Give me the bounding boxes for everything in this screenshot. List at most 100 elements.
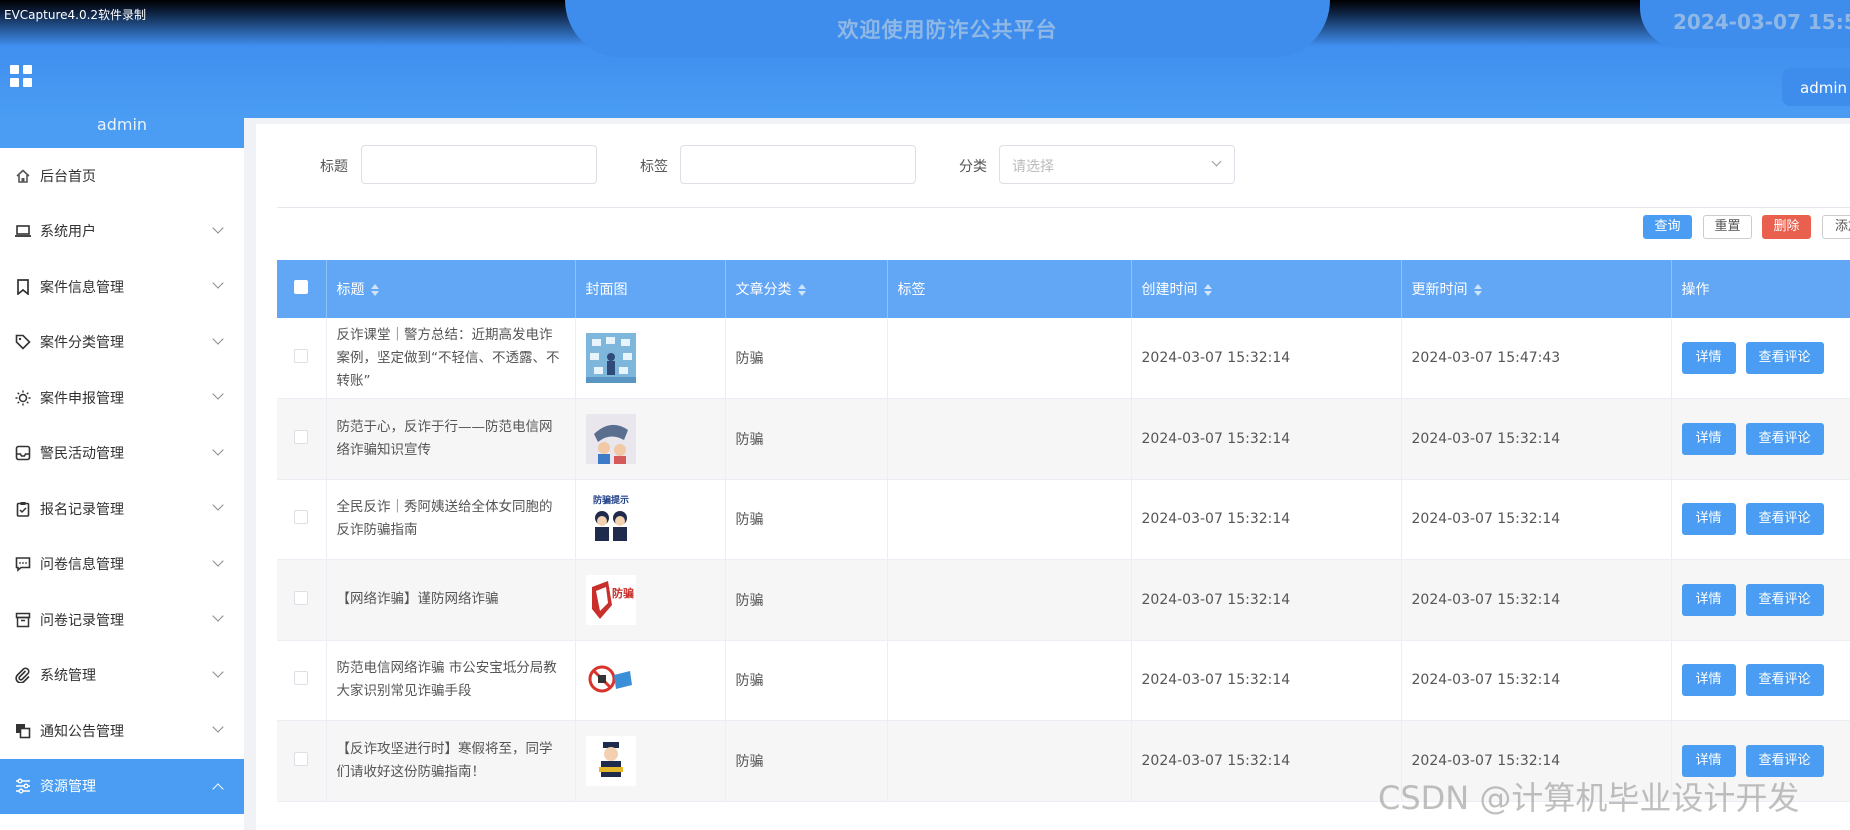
detail-button[interactable]: 详情 xyxy=(1681,583,1736,616)
copy-icon xyxy=(14,722,32,740)
sort-icon[interactable] xyxy=(1473,284,1482,296)
header-tag: 标签 xyxy=(887,260,1132,318)
chevron-down-icon xyxy=(212,665,224,678)
laptop-icon xyxy=(14,222,32,240)
clipboard-icon xyxy=(14,500,32,518)
sidebar-item-signup-records[interactable]: 报名记录管理 xyxy=(0,481,244,537)
sort-icon[interactable] xyxy=(1203,284,1212,296)
chevron-up-icon xyxy=(212,782,224,795)
sidebar-item-system-management[interactable]: 系统管理 xyxy=(0,648,244,704)
row-category: 防骗 xyxy=(725,318,888,399)
filter-divider xyxy=(277,207,1850,208)
sidebar-item-case-report[interactable]: 案件申报管理 xyxy=(0,370,244,426)
articles-table: 标题 封面图 文章分类 标签 创建时间 更新时间 操作 反诈课堂｜警方总结：近期… xyxy=(277,260,1850,802)
row-updated: 2024-03-07 15:32:14 xyxy=(1401,479,1672,560)
sidebar-item-label: 警民活动管理 xyxy=(40,446,124,463)
header-created[interactable]: 创建时间 xyxy=(1131,260,1402,318)
user-menu-label: admin xyxy=(1800,79,1847,97)
sidebar-item-home[interactable]: 后台首页 xyxy=(0,148,244,204)
row-select-cell[interactable] xyxy=(277,479,327,560)
view-comments-button[interactable]: 查看评论 xyxy=(1745,583,1824,616)
cover-image xyxy=(585,655,636,706)
select-all-checkbox[interactable] xyxy=(294,280,309,294)
header-title[interactable]: 标题 xyxy=(326,260,576,318)
sidebar-item-case-info[interactable]: 案件信息管理 xyxy=(0,259,244,315)
header-select-all[interactable] xyxy=(277,260,327,318)
sidebar-item-questionnaire-info[interactable]: 问卷信息管理 xyxy=(0,537,244,593)
header-updated[interactable]: 更新时间 xyxy=(1401,260,1672,318)
filter-tag-label: 标签 xyxy=(640,159,668,175)
filter-title-input[interactable] xyxy=(361,145,597,184)
row-checkbox[interactable] xyxy=(294,590,309,605)
row-actions: 详情 查看评论 xyxy=(1671,640,1850,721)
sidebar-item-system-users[interactable]: 系统用户 xyxy=(0,204,244,260)
bookmark-icon xyxy=(14,278,32,296)
sidebar: admin 后台首页 系统用户 案件信息管理 案件分类管理 案件申报管理 警民活… xyxy=(0,118,244,830)
header-created-label: 创建时间 xyxy=(1141,282,1198,298)
detail-button[interactable]: 详情 xyxy=(1681,422,1736,455)
cover-text: 防骗 xyxy=(612,586,634,600)
detail-button[interactable]: 详情 xyxy=(1681,744,1736,777)
sort-icon[interactable] xyxy=(370,284,379,296)
chevron-down-icon xyxy=(212,388,224,400)
user-menu-button[interactable]: admin ⌄ xyxy=(1782,68,1850,106)
sidebar-item-resources[interactable]: 资源管理 xyxy=(0,758,244,814)
sidebar-item-label: 问卷信息管理 xyxy=(40,557,124,574)
view-comments-button[interactable]: 查看评论 xyxy=(1745,744,1824,777)
row-select-cell[interactable] xyxy=(277,640,327,721)
home-icon xyxy=(14,167,32,185)
archive-icon xyxy=(14,611,32,629)
row-title: 全民反诈｜秀阿姨送给全体女同胞的反诈防骗指南 xyxy=(326,479,576,560)
row-category: 防骗 xyxy=(725,559,888,641)
filter-category-select[interactable]: 请选择 xyxy=(999,145,1235,184)
filter-category-label: 分类 xyxy=(959,159,987,175)
row-select-cell[interactable] xyxy=(277,318,327,399)
header-title-label: 标题 xyxy=(336,282,365,298)
grid-menu-icon[interactable] xyxy=(10,65,32,87)
table-row: 全民反诈｜秀阿姨送给全体女同胞的反诈防骗指南 防骗提示 防骗 2024-03-0… xyxy=(277,479,1850,560)
row-select-cell[interactable] xyxy=(277,398,327,480)
view-comments-button[interactable]: 查看评论 xyxy=(1745,422,1824,455)
add-button[interactable]: 添加 xyxy=(1822,215,1850,239)
row-select-cell[interactable] xyxy=(277,720,327,802)
sidebar-item-notice[interactable]: 通知公告管理 xyxy=(0,703,244,759)
row-checkbox[interactable] xyxy=(294,751,309,766)
header-category[interactable]: 文章分类 xyxy=(725,260,888,318)
sidebar-item-case-category[interactable]: 案件分类管理 xyxy=(0,315,244,371)
sidebar-item-label: 系统用户 xyxy=(40,224,96,241)
row-tag xyxy=(887,559,1132,641)
row-cover: 防骗提示 xyxy=(575,479,726,560)
filter-tag-input[interactable] xyxy=(680,145,916,184)
detail-button[interactable]: 详情 xyxy=(1681,342,1736,374)
cover-image xyxy=(585,735,636,786)
row-checkbox[interactable] xyxy=(294,510,309,525)
row-select-cell[interactable] xyxy=(277,559,327,641)
sidebar-item-label: 通知公告管理 xyxy=(40,723,124,740)
sort-icon[interactable] xyxy=(797,284,806,296)
clock: 2024-03-07 15:53 xyxy=(1673,10,1850,34)
chevron-down-icon xyxy=(212,610,224,622)
view-comments-button[interactable]: 查看评论 xyxy=(1745,342,1824,374)
view-comments-button[interactable]: 查看评论 xyxy=(1745,664,1824,697)
filter-title-label: 标题 xyxy=(320,159,348,175)
detail-button[interactable]: 详情 xyxy=(1681,664,1736,697)
sidebar-gap xyxy=(244,118,256,830)
table-header-row: 标题 封面图 文章分类 标签 创建时间 更新时间 操作 xyxy=(277,260,1850,318)
reset-button[interactable]: 重置 xyxy=(1703,215,1752,239)
header-updated-label: 更新时间 xyxy=(1411,282,1468,298)
sidebar-item-label: 后台首页 xyxy=(40,168,96,185)
row-actions: 详情 查看评论 xyxy=(1671,398,1850,480)
header-cover: 封面图 xyxy=(575,260,726,318)
query-button[interactable]: 查询 xyxy=(1643,215,1692,239)
delete-button[interactable]: 删除 xyxy=(1762,215,1811,239)
view-comments-button[interactable]: 查看评论 xyxy=(1745,503,1824,536)
row-tag xyxy=(887,640,1132,721)
row-checkbox[interactable] xyxy=(294,429,309,444)
sidebar-item-questionnaire-records[interactable]: 问卷记录管理 xyxy=(0,592,244,648)
row-checkbox[interactable] xyxy=(294,671,309,686)
row-title: 防范于心，反诈于行——防范电信网络诈骗知识宣传 xyxy=(326,398,576,480)
row-checkbox[interactable] xyxy=(294,349,309,363)
sidebar-item-police-activity[interactable]: 警民活动管理 xyxy=(0,426,244,482)
row-title: 反诈课堂｜警方总结：近期高发电诈案例，坚定做到“不轻信、不透露、不转账” xyxy=(326,318,576,399)
detail-button[interactable]: 详情 xyxy=(1681,503,1736,536)
